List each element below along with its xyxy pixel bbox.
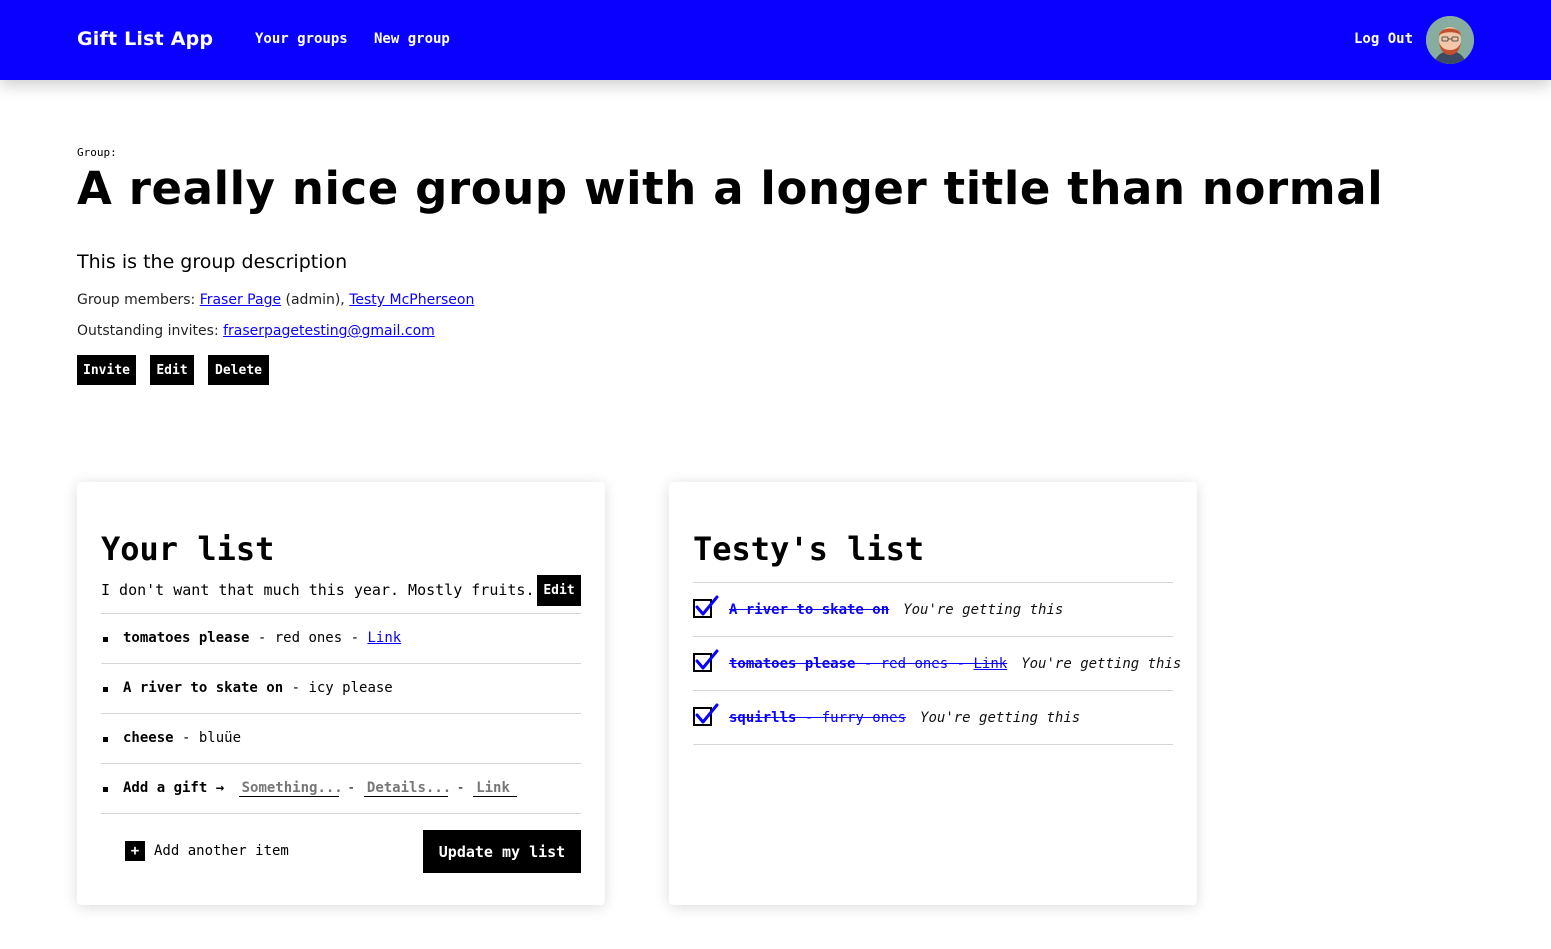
app-brand[interactable]: Gift List App: [77, 28, 213, 50]
your-list-note: I don't want that much this year. Mostly…: [101, 581, 535, 599]
testys-list-title: Testy's list: [693, 530, 925, 568]
divider: [101, 613, 581, 614]
top-nav-bar: Gift List App Your groups New group Log …: [0, 0, 1551, 80]
your-list-card: Your list I don't want that much this ye…: [77, 482, 605, 905]
bullet-icon: [103, 687, 108, 692]
delete-group-button[interactable]: Delete: [208, 355, 269, 385]
members-label: Group members:: [77, 292, 196, 308]
add-another-label: Add another item: [154, 843, 289, 859]
gift-name: A river to skate on: [123, 680, 284, 696]
outstanding-invites: Outstanding invites: fraserpagetesting@g…: [77, 323, 435, 339]
member-link-testy[interactable]: Testy McPherseon: [349, 292, 474, 308]
invite-button[interactable]: Invite: [77, 355, 136, 385]
member-role: (admin),: [281, 292, 345, 308]
gift-details-input[interactable]: Details...: [363, 780, 451, 797]
claim-status: You're getting this: [903, 602, 1064, 618]
checkbox-checked-icon[interactable]: [693, 649, 719, 673]
add-another-item-button[interactable]: + Add another item: [125, 841, 289, 861]
checkbox-checked-icon[interactable]: [693, 703, 719, 727]
gift-name: cheese: [123, 730, 174, 746]
nav-new-group[interactable]: New group: [374, 31, 450, 47]
group-members: Group members: Fraser Page (admin), Test…: [77, 292, 474, 308]
group-kicker: Group:: [77, 146, 117, 159]
gift-link[interactable]: Link: [367, 630, 401, 646]
avatar-face-icon: [1426, 16, 1474, 64]
divider: [693, 636, 1173, 637]
gift-name-input[interactable]: Something...: [238, 780, 343, 797]
gift-name: tomatoes please: [729, 656, 856, 672]
claimed-gift-row: squirlls - furry ones You're getting this: [729, 710, 1081, 726]
group-description: This is the group description: [77, 251, 348, 273]
divider: [101, 713, 581, 714]
divider: [693, 690, 1173, 691]
gift-details: icy please: [308, 680, 393, 696]
gift-link-input[interactable]: Link: [473, 780, 518, 797]
divider: [693, 744, 1173, 745]
update-list-button[interactable]: Update my list: [423, 830, 581, 873]
bullet-icon: [103, 737, 108, 742]
gift-name: squirlls: [729, 710, 797, 726]
gift-details: red ones: [274, 630, 343, 646]
divider: [693, 582, 1173, 583]
edit-group-button[interactable]: Edit: [150, 355, 194, 385]
your-list-title: Your list: [101, 530, 275, 568]
plus-icon: +: [125, 841, 145, 861]
gift-link[interactable]: Link: [973, 656, 1007, 672]
checkbox-checked-icon[interactable]: [693, 595, 719, 619]
gift-details: furry ones: [821, 710, 907, 726]
bullet-icon: [103, 787, 108, 792]
group-title: A really nice group with a longer title …: [77, 162, 1384, 215]
add-gift-label: Add a gift →: [123, 780, 225, 796]
claim-status: You're getting this: [1021, 656, 1182, 672]
gift-name: A river to skate on: [729, 602, 890, 618]
bullet-icon: [103, 637, 108, 642]
testys-list-card: Testy's list A river to skate on You're g…: [669, 482, 1197, 905]
user-avatar[interactable]: [1426, 16, 1474, 64]
divider: [101, 813, 581, 814]
edit-list-note-button[interactable]: Edit: [537, 575, 581, 606]
member-link-fraser[interactable]: Fraser Page: [200, 292, 281, 308]
invite-email-link[interactable]: fraserpagetesting@gmail.com: [223, 323, 435, 339]
divider: [101, 663, 581, 664]
claimed-gift-row: tomatoes please - red ones - Link You're …: [729, 656, 1182, 672]
logout-button[interactable]: Log Out: [1354, 31, 1413, 47]
claim-status: You're getting this: [920, 710, 1081, 726]
gift-details: red ones: [880, 656, 949, 672]
claimed-gift-row: A river to skate on You're getting this: [729, 602, 1063, 618]
gift-details: bluüe: [198, 730, 242, 746]
invites-label: Outstanding invites:: [77, 323, 219, 339]
nav-your-groups[interactable]: Your groups: [255, 31, 348, 47]
gift-name: tomatoes please: [123, 630, 250, 646]
divider: [101, 763, 581, 764]
